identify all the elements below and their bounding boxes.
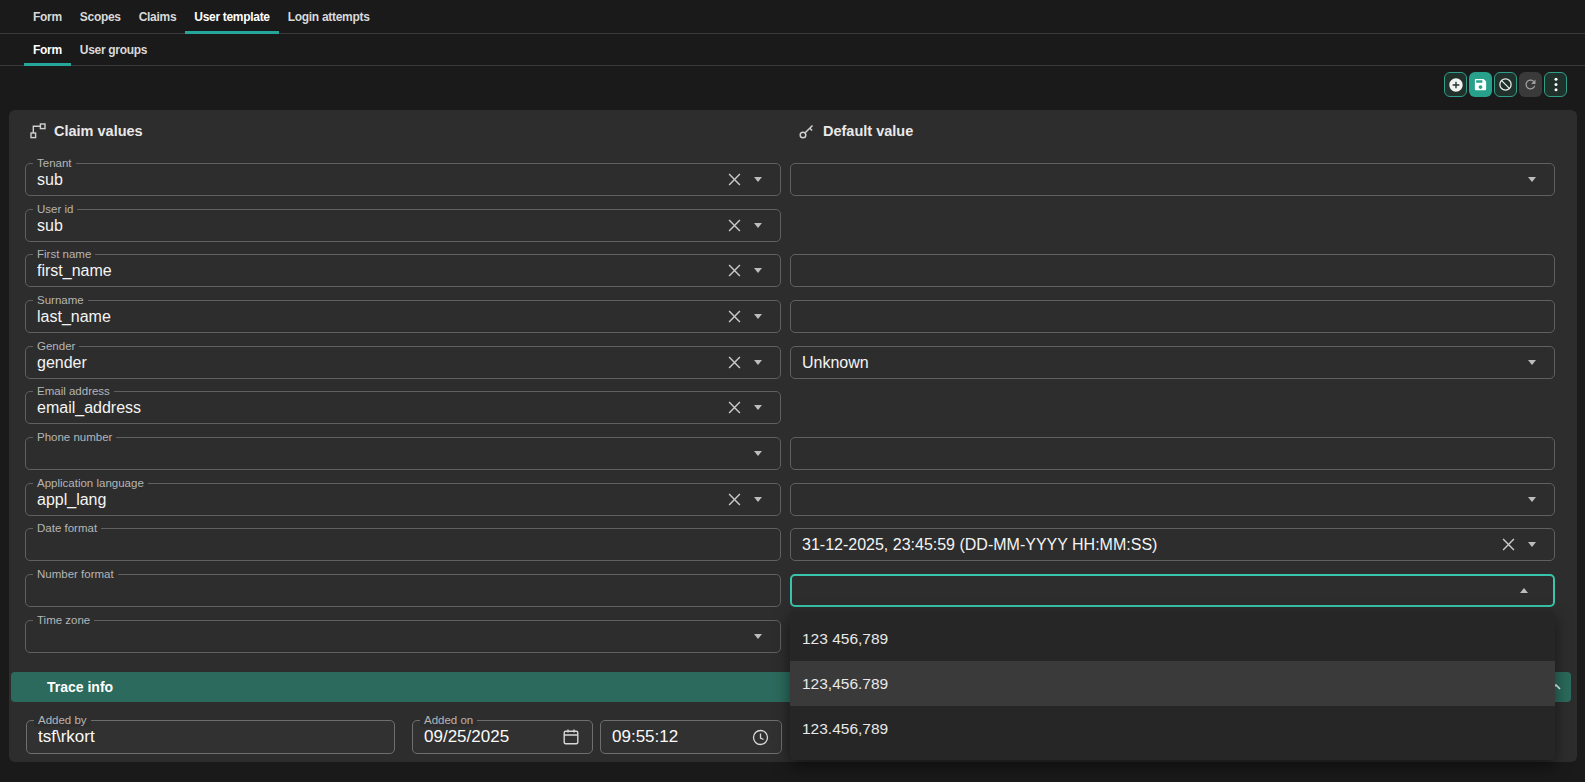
added-on-field[interactable]: Added on 09/25/2025 <box>412 720 593 754</box>
clear-icon[interactable] <box>728 173 741 186</box>
dropdown-arrow-icon[interactable] <box>754 223 762 228</box>
tab-scopes[interactable]: Scopes <box>71 0 130 33</box>
default-value-header: Default value <box>798 122 913 140</box>
dropdown-arrow-icon[interactable] <box>754 360 762 365</box>
claim-first-name-input[interactable]: First namefirst_name <box>25 254 781 287</box>
default-tenant-input[interactable] <box>790 163 1555 196</box>
refresh-icon <box>1523 77 1538 92</box>
added-by-field[interactable]: Added by tsf\rkort <box>26 720 395 754</box>
default-date-format-input[interactable]: 31-12-2025, 23:45:59 (DD-MM-YYYY HH:MM:S… <box>790 528 1555 561</box>
claim-email-address-input[interactable]: Email addressemail_address <box>25 391 781 424</box>
default-first-name-input[interactable] <box>790 254 1555 287</box>
subtab-form[interactable]: Form <box>24 34 71 65</box>
default-surname-input[interactable] <box>790 300 1555 333</box>
clear-icon[interactable] <box>728 401 741 414</box>
key-icon <box>798 123 815 140</box>
tab-user-template[interactable]: User template <box>185 0 278 33</box>
tab-claims[interactable]: Claims <box>130 0 186 33</box>
dropdown-arrow-up-icon[interactable] <box>1520 588 1528 593</box>
default-number-format-input[interactable] <box>790 574 1555 607</box>
tab-form[interactable]: Form <box>24 0 71 33</box>
dropdown-arrow-icon[interactable] <box>1528 360 1536 365</box>
claim-date-format-input[interactable]: Date format <box>25 528 781 561</box>
dropdown-arrow-icon[interactable] <box>1528 497 1536 502</box>
default-gender-input[interactable]: Unknown <box>790 346 1555 379</box>
clear-icon[interactable] <box>728 264 741 277</box>
claim-phone-number-input[interactable]: Phone number <box>25 437 781 470</box>
dropdown-arrow-icon[interactable] <box>754 634 762 639</box>
save-icon <box>1473 77 1488 92</box>
claim-values-title: Claim values <box>54 123 143 139</box>
toolbar <box>1444 72 1567 97</box>
number-format-dropdown-panel: 123 456,789123,456.789123.456,789 <box>790 611 1555 760</box>
default-application-language-input[interactable] <box>790 483 1555 516</box>
claim-gender-input[interactable]: Gendergender <box>25 346 781 379</box>
refresh-button[interactable] <box>1519 72 1542 97</box>
cancel-button[interactable] <box>1494 72 1517 97</box>
dropdown-arrow-icon[interactable] <box>754 268 762 273</box>
clear-icon[interactable] <box>728 493 741 506</box>
claim-values-header: Claim values <box>30 122 143 140</box>
calendar-icon[interactable] <box>562 728 580 746</box>
hierarchy-icon <box>30 123 46 139</box>
dropdown-arrow-icon[interactable] <box>754 497 762 502</box>
number-format-option[interactable]: 123.456,789 <box>790 706 1555 751</box>
tab-login-attempts[interactable]: Login attempts <box>279 0 379 33</box>
clear-icon[interactable] <box>1502 538 1515 551</box>
clock-icon[interactable] <box>752 729 769 746</box>
dropdown-arrow-icon[interactable] <box>754 177 762 182</box>
dropdown-arrow-icon[interactable] <box>754 451 762 456</box>
claim-surname-input[interactable]: Surnamelast_name <box>25 300 781 333</box>
number-format-option[interactable]: 123,456.789 <box>790 661 1555 706</box>
default-phone-number-input[interactable] <box>790 437 1555 470</box>
claim-time-zone-input[interactable]: Time zone <box>25 620 781 653</box>
added-time-field[interactable]: 09:55:12 <box>600 720 782 754</box>
save-button[interactable] <box>1469 72 1492 97</box>
add-circle-icon <box>1448 77 1464 93</box>
secondary-tabs: FormUser groups <box>0 34 1585 66</box>
claim-application-language-input[interactable]: Application languageappl_lang <box>25 483 781 516</box>
dropdown-arrow-icon[interactable] <box>754 405 762 410</box>
clear-icon[interactable] <box>728 219 741 232</box>
clear-icon[interactable] <box>728 310 741 323</box>
number-format-option[interactable]: 123 456,789 <box>790 616 1555 661</box>
claim-number-format-input[interactable]: Number format <box>25 574 781 607</box>
more-button[interactable] <box>1544 72 1567 97</box>
dropdown-arrow-icon[interactable] <box>754 314 762 319</box>
dropdown-arrow-icon[interactable] <box>1528 542 1536 547</box>
trace-info-title: Trace info <box>47 679 113 695</box>
block-icon <box>1498 77 1513 92</box>
claim-tenant-input[interactable]: Tenantsub <box>25 163 781 196</box>
add-button[interactable] <box>1444 72 1467 97</box>
subtab-user-groups[interactable]: User groups <box>71 34 156 65</box>
content-panel: Claim values Default value Tenantsub User… <box>9 110 1577 762</box>
primary-tabs: FormScopesClaimsUser templateLogin attem… <box>0 0 1585 34</box>
dropdown-arrow-icon[interactable] <box>1528 177 1536 182</box>
clear-icon[interactable] <box>728 356 741 369</box>
more-vert-icon <box>1554 77 1558 92</box>
default-value-title: Default value <box>823 123 913 139</box>
claim-user-id-input[interactable]: User idsub <box>25 209 781 242</box>
